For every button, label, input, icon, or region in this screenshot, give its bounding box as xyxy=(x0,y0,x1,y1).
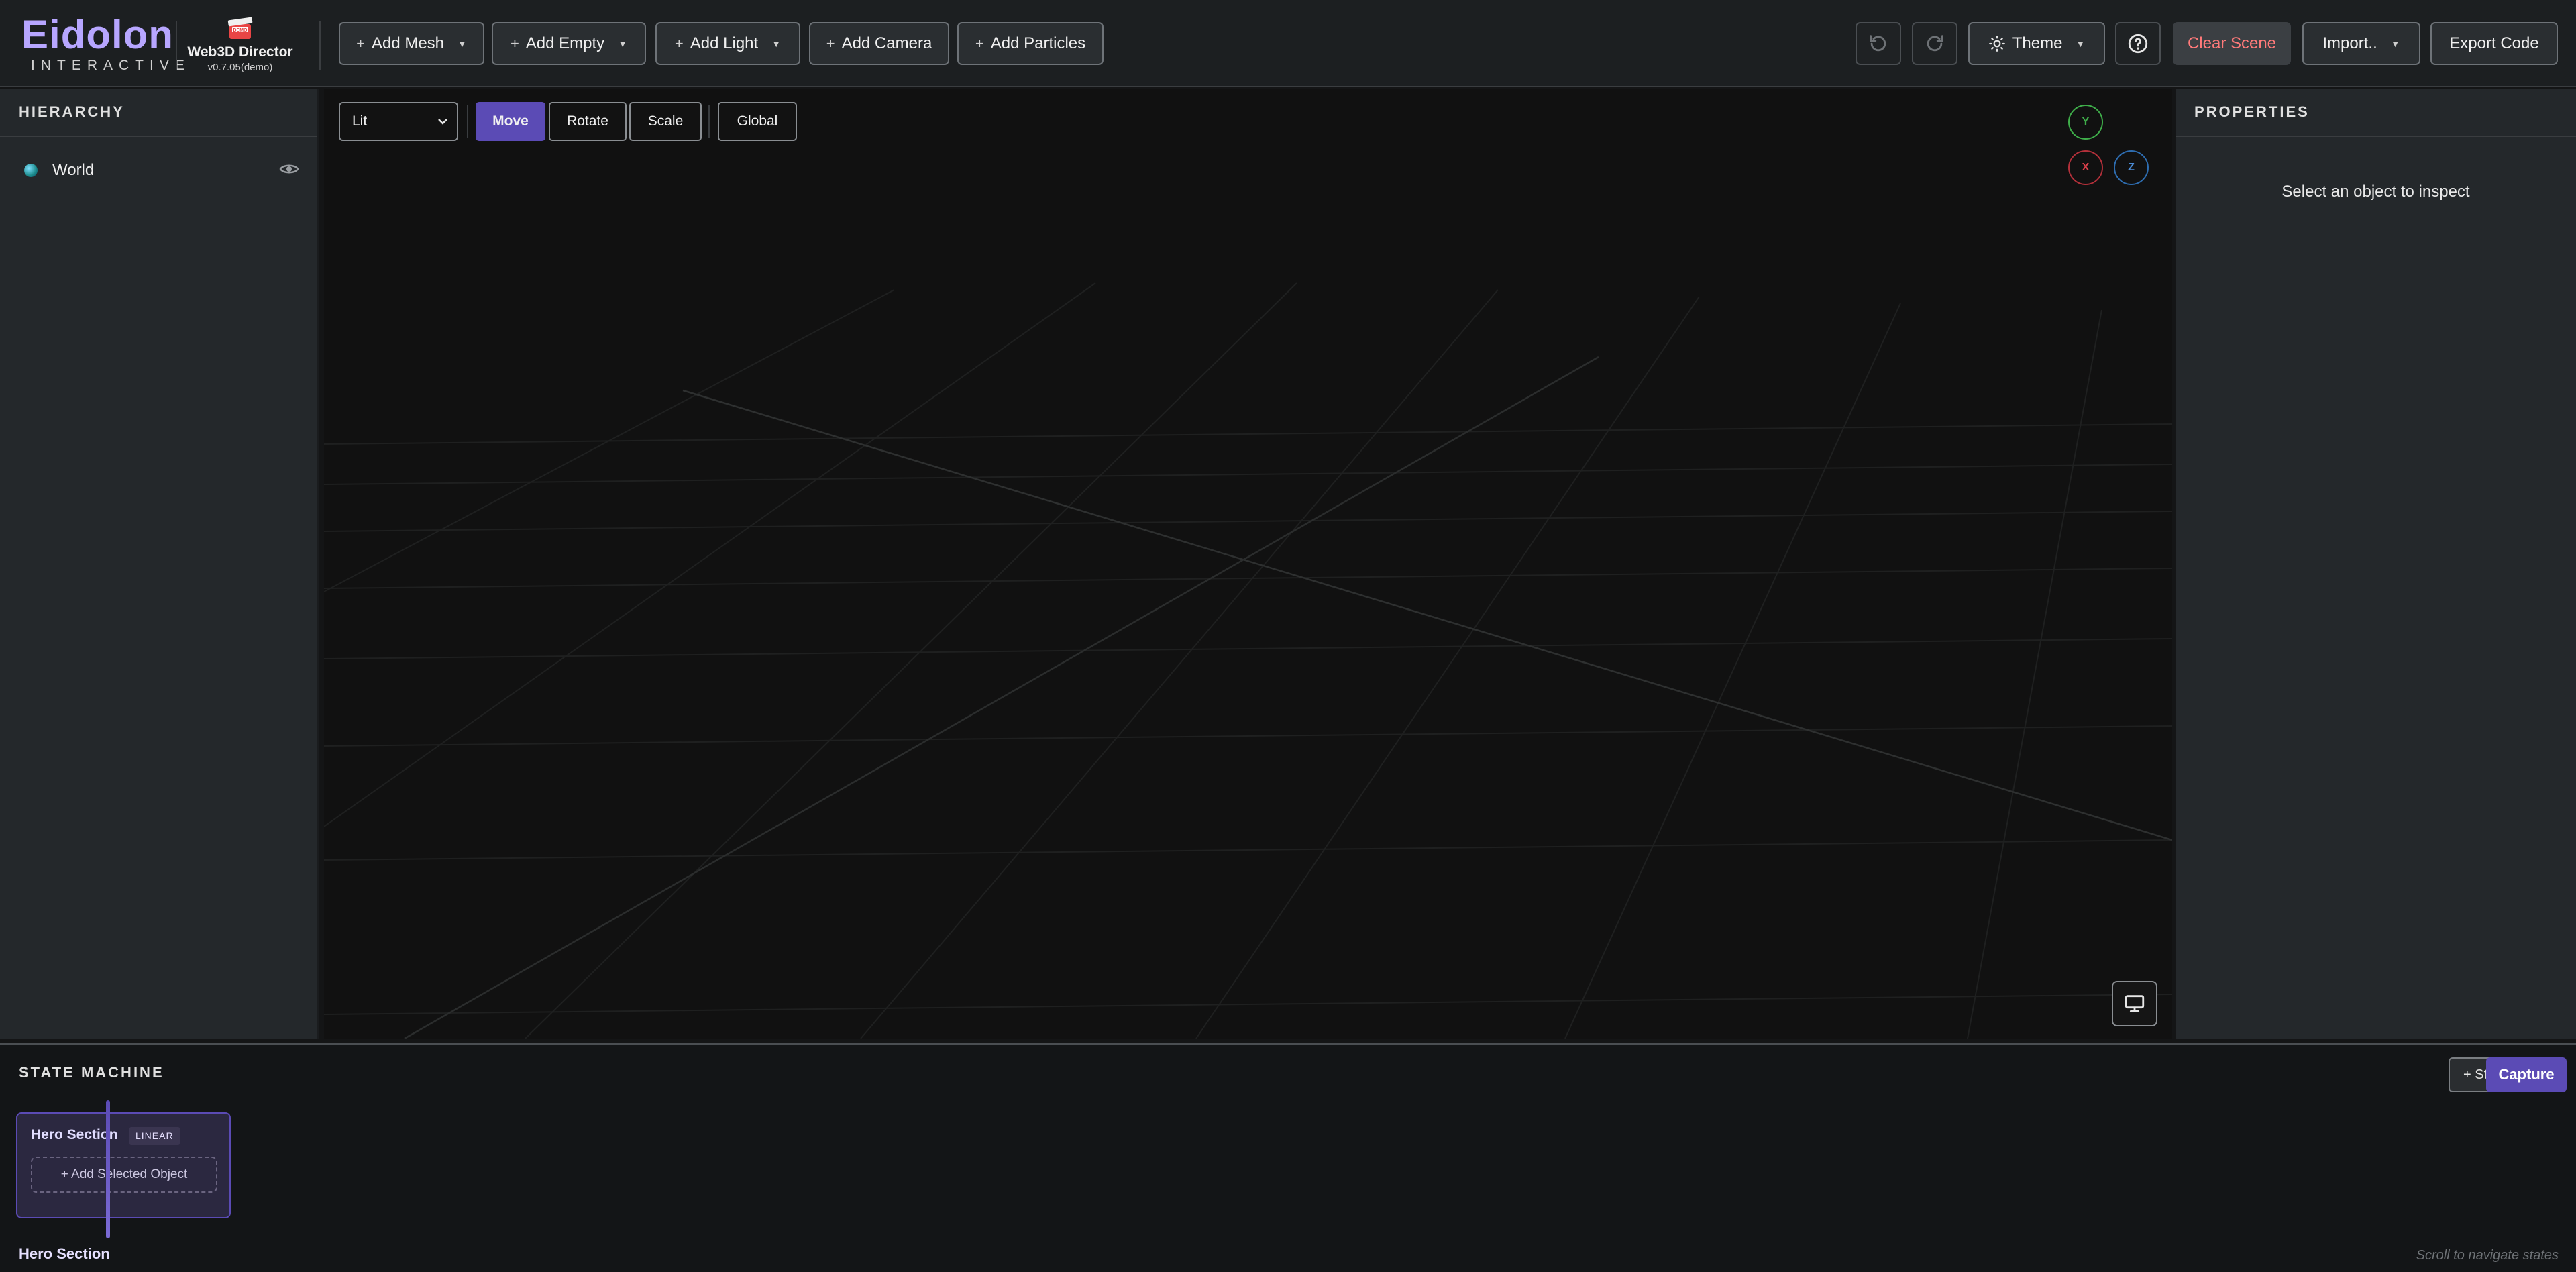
add-particles-button[interactable]: + Add Particles xyxy=(957,22,1104,65)
chevron-down-icon xyxy=(438,119,447,125)
toolbar-divider xyxy=(319,21,321,70)
logo-subtitle: INTERACTIVE xyxy=(31,58,191,73)
add-empty-label: Add Empty xyxy=(525,34,605,52)
global-space-button[interactable]: Global xyxy=(718,102,797,141)
demo-badge: DEMO xyxy=(233,28,248,33)
theme-label: Theme xyxy=(2012,34,2063,52)
fullscreen-button[interactable] xyxy=(2112,981,2157,1026)
properties-panel: PROPERTIES Select an object to inspect xyxy=(2176,89,2576,1039)
plus-icon: + xyxy=(510,35,519,52)
scroll-hint: Scroll to navigate states xyxy=(2416,1248,2559,1263)
director-version: v0.7.05(demo) xyxy=(207,62,273,73)
theme-button[interactable]: Theme ▼ xyxy=(1968,22,2105,65)
app-logo: Eidolon INTERACTIVE xyxy=(21,12,191,74)
top-toolbar: Eidolon INTERACTIVE DEMO Web3D Director … xyxy=(0,0,2576,87)
import-button[interactable]: Import.. ▼ xyxy=(2302,22,2420,65)
add-particles-label: Add Particles xyxy=(990,34,1086,52)
gizmo-z-axis[interactable]: Z xyxy=(2114,150,2149,185)
properties-title: PROPERTIES xyxy=(2176,89,2576,137)
gizmo-x-axis[interactable]: X xyxy=(2068,150,2103,185)
clear-scene-button[interactable]: Clear Scene xyxy=(2173,22,2291,65)
clapperboard-icon: DEMO xyxy=(227,17,253,39)
export-code-label: Export Code xyxy=(2449,34,2539,52)
plus-icon: + xyxy=(975,35,984,52)
sun-icon xyxy=(1988,36,2005,52)
director-badge: DEMO Web3D Director v0.7.05(demo) xyxy=(186,15,294,73)
director-name: Web3D Director xyxy=(187,44,293,60)
undo-icon xyxy=(1870,35,1886,52)
plus-icon: + xyxy=(674,35,684,52)
caret-down-icon: ▼ xyxy=(2390,38,2400,49)
help-icon xyxy=(2128,34,2148,54)
timeline-playhead[interactable] xyxy=(106,1100,110,1238)
shading-mode-select[interactable]: Lit xyxy=(339,102,458,141)
toolbar-divider xyxy=(176,21,177,70)
eye-icon[interactable] xyxy=(279,161,299,177)
shading-mode-value: Lit xyxy=(352,113,368,129)
properties-empty-message: Select an object to inspect xyxy=(2282,182,2470,201)
export-code-button[interactable]: Export Code xyxy=(2430,22,2558,65)
monitor-icon xyxy=(2125,995,2145,1012)
3d-viewport[interactable]: Lit Move Rotate Scale Global Y X Z xyxy=(324,89,2172,1039)
redo-button[interactable] xyxy=(1912,22,1957,65)
redo-icon xyxy=(1927,35,1943,52)
state-card-hero-section[interactable]: Hero Section LINEAR + Add Selected Objec… xyxy=(16,1112,231,1218)
hierarchy-panel: HIERARCHY World xyxy=(0,89,319,1039)
add-camera-button[interactable]: + Add Camera xyxy=(809,22,949,65)
state-name: Hero Section xyxy=(31,1127,118,1143)
current-state-label: Hero Section xyxy=(19,1245,110,1262)
move-tool-button[interactable]: Move xyxy=(476,102,545,141)
add-light-label: Add Light xyxy=(690,34,759,52)
add-camera-label: Add Camera xyxy=(841,34,932,52)
plus-icon: + xyxy=(826,35,835,52)
add-selected-object-button[interactable]: + Add Selected Object xyxy=(31,1157,217,1193)
hierarchy-title: HIERARCHY xyxy=(0,89,317,137)
capture-button[interactable]: Capture xyxy=(2486,1057,2567,1092)
state-machine-panel: STATE MACHINE + State Capture Hero Secti… xyxy=(0,1043,2576,1272)
caret-down-icon: ▼ xyxy=(458,38,467,49)
hierarchy-item-world[interactable]: World xyxy=(24,156,299,185)
add-light-button[interactable]: + Add Light ▼ xyxy=(655,22,800,65)
add-mesh-label: Add Mesh xyxy=(371,34,445,52)
hierarchy-item-label: World xyxy=(52,161,95,179)
caret-down-icon: ▼ xyxy=(771,38,782,49)
gizmo-y-axis[interactable]: Y xyxy=(2068,105,2103,140)
state-easing-badge[interactable]: LINEAR xyxy=(129,1127,180,1145)
viewport-toolbar-divider xyxy=(708,105,710,138)
caret-down-icon: ▼ xyxy=(2076,38,2086,49)
globe-icon xyxy=(24,164,38,177)
logo-title: Eidolon xyxy=(21,12,174,57)
add-mesh-button[interactable]: + Add Mesh ▼ xyxy=(339,22,484,65)
state-machine-title: STATE MACHINE xyxy=(19,1064,164,1081)
plus-icon: + xyxy=(356,35,365,52)
ground-grid xyxy=(324,282,2172,1039)
rotate-tool-button[interactable]: Rotate xyxy=(549,102,627,141)
help-button[interactable] xyxy=(2115,22,2161,65)
add-empty-button[interactable]: + Add Empty ▼ xyxy=(492,22,646,65)
caret-down-icon: ▼ xyxy=(618,38,628,49)
viewport-toolbar-divider xyxy=(467,105,468,138)
undo-button[interactable] xyxy=(1856,22,1901,65)
scale-tool-button[interactable]: Scale xyxy=(629,102,702,141)
import-label: Import.. xyxy=(2322,34,2377,52)
